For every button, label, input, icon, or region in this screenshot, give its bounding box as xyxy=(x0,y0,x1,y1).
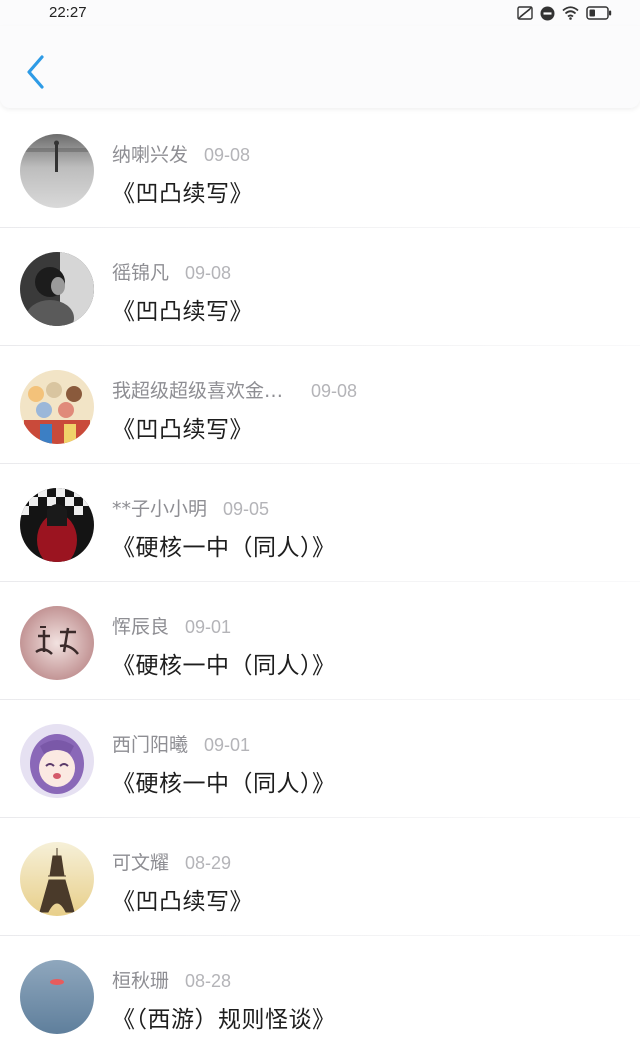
list-item[interactable]: 徭锦凡 09-08 《凹凸续写》 xyxy=(0,228,640,346)
avatar-gray-figure[interactable] xyxy=(20,134,94,208)
sender-name: 桓秋珊 xyxy=(112,970,170,992)
list-item[interactable]: **子小小明 09-05 《硬核一中（同人）》 xyxy=(0,464,640,582)
battery-icon xyxy=(586,6,612,20)
status-icons xyxy=(517,4,612,22)
message-title: 《硬核一中（同人）》 xyxy=(112,653,336,679)
message-title: 《凹凸续写》 xyxy=(112,181,253,207)
avatar-anime-group[interactable] xyxy=(20,370,94,444)
status-bar: 22:27 xyxy=(0,0,640,26)
avatar-bw-portrait[interactable] xyxy=(20,252,94,326)
avatar-blue-sky[interactable] xyxy=(20,960,94,1034)
top-bar xyxy=(0,26,640,108)
list-item[interactable]: 西门阳曦 09-01 《硬核一中（同人）》 xyxy=(0,700,640,818)
message-title: 《硬核一中（同人）》 xyxy=(112,771,336,797)
message-title: 《（西游）规则怪谈》 xyxy=(112,1007,336,1033)
no-sim-icon xyxy=(517,6,533,20)
message-date: 09-01 xyxy=(185,617,232,637)
sender-name: 徭锦凡 xyxy=(112,262,170,284)
message-title: 《凹凸续写》 xyxy=(112,417,253,443)
avatar-eiffel-tower[interactable] xyxy=(20,842,94,916)
message-title: 《凹凸续写》 xyxy=(112,299,253,325)
avatar-anime-girl[interactable] xyxy=(20,724,94,798)
message-date: 09-08 xyxy=(311,381,358,401)
sender-name: 我超级超级喜欢金… xyxy=(112,380,284,402)
wifi-icon xyxy=(562,6,579,20)
message-date: 09-08 xyxy=(204,145,251,165)
message-date: 09-05 xyxy=(223,499,270,519)
sender-name: 纳喇兴发 xyxy=(112,144,189,166)
list-item[interactable]: 桓秋珊 08-28 《（西游）规则怪谈》 xyxy=(0,936,640,1054)
chevron-left-icon xyxy=(25,55,45,93)
sender-name: **子小小明 xyxy=(112,498,208,520)
back-button[interactable] xyxy=(18,54,52,94)
avatar-red-dress[interactable] xyxy=(20,488,94,562)
avatar-pink-calligraphy[interactable] xyxy=(20,606,94,680)
message-title: 《凹凸续写》 xyxy=(112,889,253,915)
message-date: 08-29 xyxy=(185,853,232,873)
status-time: 22:27 xyxy=(49,4,87,21)
list-item[interactable]: 可文耀 08-29 《凹凸续写》 xyxy=(0,818,640,936)
sender-name: 恽辰良 xyxy=(112,616,170,638)
message-title: 《硬核一中（同人）》 xyxy=(112,535,336,561)
sender-name: 可文耀 xyxy=(112,852,170,874)
message-date: 09-01 xyxy=(204,735,251,755)
message-list: 纳喇兴发 09-08 《凹凸续写》 徭锦凡 09-08 《凹凸续写》 我超级超级… xyxy=(0,110,640,1054)
list-item[interactable]: 纳喇兴发 09-08 《凹凸续写》 xyxy=(0,110,640,228)
sender-name: 西门阳曦 xyxy=(112,734,189,756)
do-not-disturb-icon xyxy=(540,6,555,21)
list-item[interactable]: 恽辰良 09-01 《硬核一中（同人）》 xyxy=(0,582,640,700)
message-date: 08-28 xyxy=(185,971,232,991)
message-date: 09-08 xyxy=(185,263,232,283)
list-item[interactable]: 我超级超级喜欢金… 09-08 《凹凸续写》 xyxy=(0,346,640,464)
